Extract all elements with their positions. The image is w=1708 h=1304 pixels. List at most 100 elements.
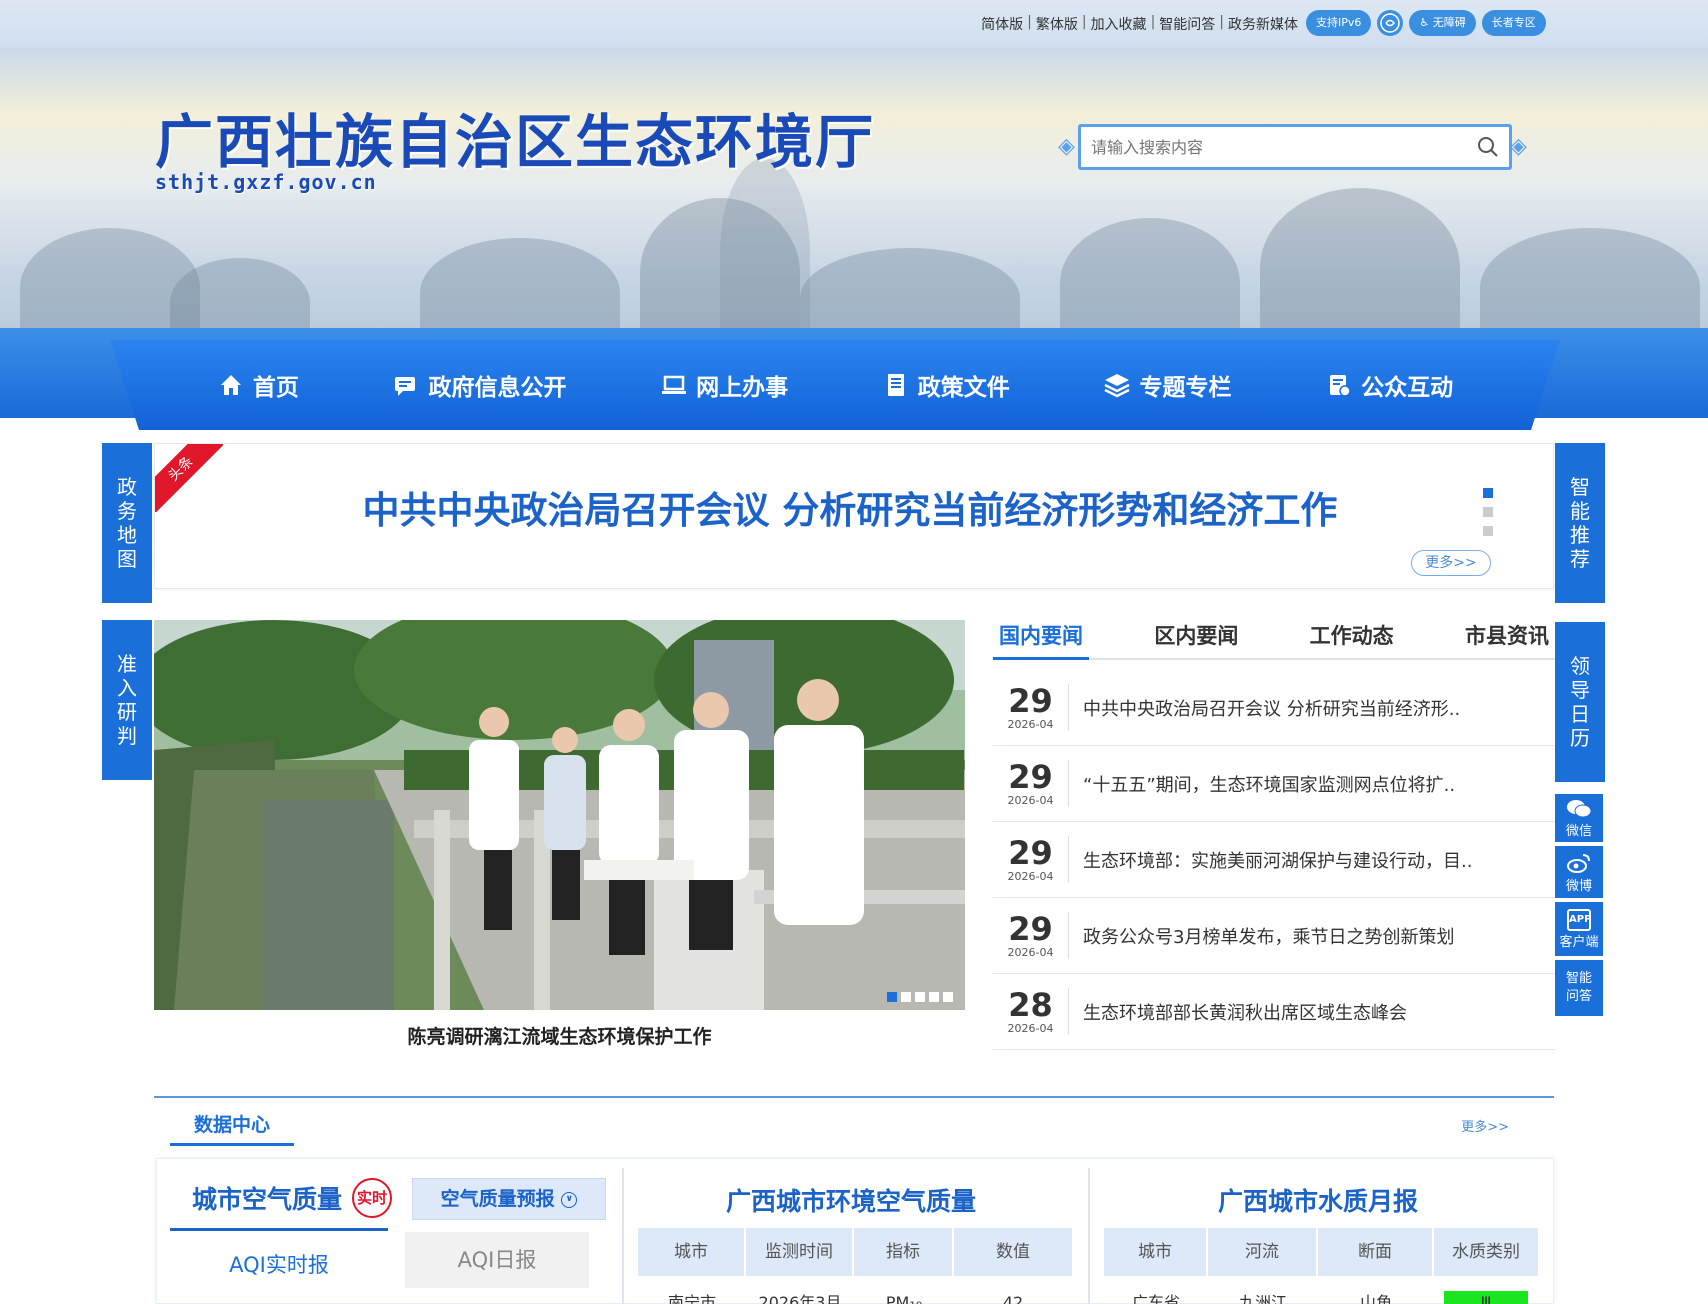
news-title[interactable]: 中共中央政治局召开会议 分析研究当前经济形.. xyxy=(1083,695,1543,721)
news-title[interactable]: 政务公众号3月榜单发布，乘节日之势创新策划 xyxy=(1083,923,1543,949)
pager-dot[interactable] xyxy=(901,992,911,1002)
news-date: 29 2026-04 xyxy=(993,836,1069,883)
nav-item-special-topics[interactable]: 专题专栏 xyxy=(1103,360,1231,410)
data-center-more-link[interactable]: 更多>> xyxy=(1461,1116,1509,1135)
side-tab-label: 领导日历 xyxy=(1570,654,1590,750)
column-header: 数值 xyxy=(996,1242,1030,1262)
news-title[interactable]: “十五五”期间，生态环境国家监测网点位将扩.. xyxy=(1083,771,1543,797)
news-tabs: 国内要闻 区内要闻 工作动态 市县资讯 xyxy=(993,620,1555,660)
realtime-badge: 实时 xyxy=(352,1178,392,1218)
news-photo[interactable] xyxy=(154,620,965,1010)
air-title-underline xyxy=(170,1228,388,1231)
list-item[interactable]: 29 2026-04 生态环境部：实施美丽河湖保护与建设行动，目.. xyxy=(993,822,1555,898)
pager-dot[interactable] xyxy=(1483,507,1493,517)
pager-dot[interactable] xyxy=(915,992,925,1002)
news-month: 2026-04 xyxy=(1007,794,1054,807)
app-icon: APP xyxy=(1567,908,1591,931)
top-bar: 简体版 | 繁体版 | 加入收藏 | 智能问答 | 政务新媒体 支持IPv6 ♿ 无障碍… xyxy=(0,0,1708,48)
headline-title[interactable]: 中共中央政治局召开会议 分析研究当前经济形势和经济工作 xyxy=(340,484,1360,558)
table-cell: PM₁₀ xyxy=(885,1293,923,1304)
tab-work-updates[interactable]: 工作动态 xyxy=(1304,620,1400,660)
pager-dot[interactable] xyxy=(943,992,953,1002)
column-header: 监测时间 xyxy=(746,1228,854,1276)
search-area: ◈ ◈ xyxy=(1058,116,1532,190)
news-title[interactable]: 生态环境部：实施美丽河湖保护与建设行动，目.. xyxy=(1083,847,1543,873)
data-center-title[interactable]: 数据中心 xyxy=(170,1110,294,1146)
nav-item-gov-info[interactable]: 政府信息公开 xyxy=(392,360,566,410)
site-title[interactable]: 广西壮族自治区生态环境厅 xyxy=(155,95,875,179)
list-item[interactable]: 29 2026-04 中共中央政治局召开会议 分析研究当前经济形.. xyxy=(993,670,1555,746)
side-tab-label: 政务地图 xyxy=(117,475,137,571)
search-icon[interactable] xyxy=(1477,136,1499,158)
table-row[interactable]: 广东省 九洲江 山角 Ⅲ xyxy=(1104,1288,1538,1304)
side-tab-smart-recommend[interactable]: 智能推荐 xyxy=(1555,443,1605,603)
forecast-dropdown[interactable]: 空气质量预报 ∨ xyxy=(412,1178,606,1220)
banner xyxy=(0,48,1708,348)
list-item[interactable]: 29 2026-04 “十五五”期间，生态环境国家监测网点位将扩.. xyxy=(993,746,1555,822)
smart-qa-link[interactable]: 智能问答 xyxy=(1159,14,1215,34)
env-air-title: 广西城市环境空气质量 xyxy=(726,1187,977,1216)
photo-pager xyxy=(887,992,953,1002)
tab-aqi-realtime[interactable]: AQI实时报 xyxy=(170,1240,388,1290)
column-header: 断面 xyxy=(1318,1228,1434,1276)
pager-dot[interactable] xyxy=(1483,488,1493,498)
table-cell-grade: Ⅲ xyxy=(1434,1288,1538,1304)
nav-label: 网上办事 xyxy=(696,375,789,401)
tab-aqi-daily[interactable]: AQI日报 xyxy=(405,1232,589,1288)
table-cell: 2026年3月 xyxy=(758,1293,842,1304)
app-client-button[interactable]: APP 客户端 xyxy=(1555,902,1603,956)
weibo-button[interactable]: 微博 xyxy=(1555,846,1603,898)
traditional-link[interactable]: 繁体版 xyxy=(1036,14,1078,34)
column-header: 城市 xyxy=(1104,1228,1208,1276)
table-row[interactable]: 南宁市 2026年3月 PM₁₀ 42 xyxy=(638,1288,1072,1304)
layers-icon xyxy=(1104,374,1131,398)
news-title[interactable]: 生态环境部部长黄润秋出席区域生态峰会 xyxy=(1083,999,1543,1025)
voice-icon[interactable] xyxy=(1377,10,1404,36)
news-date: 29 2026-04 xyxy=(993,760,1069,807)
new-media-link[interactable]: 政务新媒体 xyxy=(1228,14,1298,34)
headline-ribbon: 头条 xyxy=(155,444,223,512)
headline-pager xyxy=(1483,488,1493,536)
smart-qa-button[interactable]: 智能问答 xyxy=(1555,960,1603,1016)
accessibility-button[interactable]: ♿ 无障碍 xyxy=(1409,10,1476,36)
pager-dot[interactable] xyxy=(887,992,897,1002)
news-date: 29 2026-04 xyxy=(993,912,1069,959)
nav-item-online-services[interactable]: 网上办事 xyxy=(660,360,788,410)
list-item[interactable]: 29 2026-04 政务公众号3月榜单发布，乘节日之势创新策划 xyxy=(993,898,1555,974)
nav-item-public-interaction[interactable]: 公众互动 xyxy=(1325,360,1453,410)
side-tab-label: 准入研判 xyxy=(117,652,137,748)
tab-domestic-news[interactable]: 国内要闻 xyxy=(993,620,1089,660)
wechat-icon xyxy=(1567,799,1592,817)
headline-more-button[interactable]: 更多>> xyxy=(1411,550,1491,576)
column-header: 河流 xyxy=(1208,1228,1318,1276)
news-month: 2026-04 xyxy=(1007,946,1054,959)
elder-zone-button[interactable]: 长者专区 xyxy=(1481,10,1546,36)
list-item[interactable]: 28 2026-04 生态环境部部长黄润秋出席区域生态峰会 xyxy=(993,974,1555,1050)
photo-caption[interactable]: 陈亮调研漓江流域生态环境保护工作 xyxy=(154,1022,965,1049)
top-links: 简体版 | 繁体版 | 加入收藏 | 智能问答 | 政务新媒体 xyxy=(981,14,1298,34)
ornament-right-icon: ◈ xyxy=(1510,134,1527,159)
panel-divider xyxy=(1088,1168,1090,1304)
water-quality-title: 广西城市水质月报 xyxy=(1218,1187,1419,1216)
favorite-link[interactable]: 加入收藏 xyxy=(1091,14,1147,34)
news-day: 29 xyxy=(1008,834,1053,872)
nav-label: 政府信息公开 xyxy=(428,375,567,401)
side-tab-access-review[interactable]: 准入研判 xyxy=(102,620,152,780)
nav-label: 政策文件 xyxy=(917,375,1010,401)
simplified-link[interactable]: 简体版 xyxy=(981,14,1023,34)
pager-dot[interactable] xyxy=(1483,526,1493,536)
tab-regional-news[interactable]: 区内要闻 xyxy=(1148,620,1244,660)
tab-county-news[interactable]: 市县资讯 xyxy=(1459,620,1555,660)
wechat-button[interactable]: 微信 xyxy=(1555,794,1603,842)
pager-dot[interactable] xyxy=(929,992,939,1002)
nav-item-home[interactable]: 首页 xyxy=(217,360,299,410)
side-tab-gov-map[interactable]: 政务地图 xyxy=(102,443,152,603)
forecast-label: 空气质量预报 xyxy=(440,1188,555,1210)
nav-item-policy-docs[interactable]: 政策文件 xyxy=(882,360,1010,410)
table-cell: 九洲江 xyxy=(1238,1293,1287,1304)
side-tab-leader-calendar[interactable]: 领导日历 xyxy=(1555,622,1605,782)
table-cell: 42 xyxy=(1002,1293,1024,1304)
ipv6-badge[interactable]: 支持IPv6 xyxy=(1306,10,1372,36)
table-cell: 广东省 xyxy=(1131,1293,1180,1304)
search-input[interactable] xyxy=(1081,127,1461,167)
